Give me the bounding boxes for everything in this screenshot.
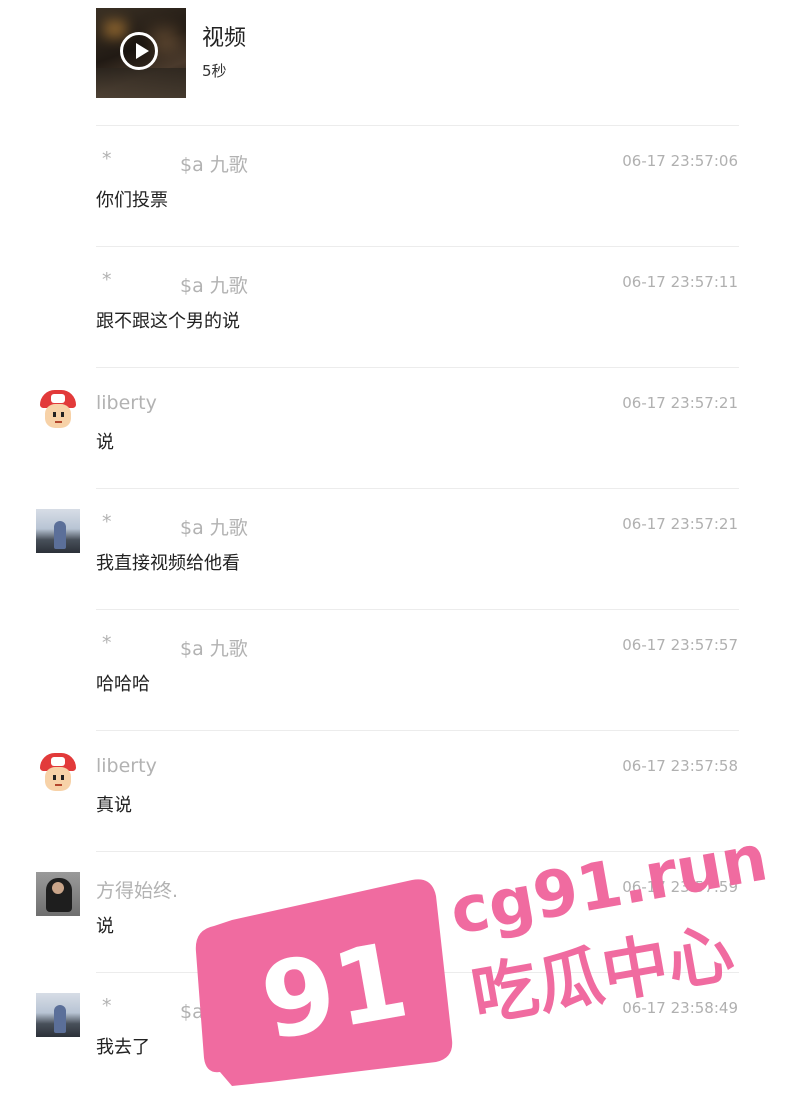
message-time: 06-17 23:57:58 xyxy=(622,757,738,775)
chat-message[interactable]: * $a 九歌 06-17 23:57:11 跟不跟这个男的说 xyxy=(0,247,800,367)
message-text: 你们投票 xyxy=(96,190,168,211)
sender-star: * xyxy=(102,269,112,291)
avatar-cartoon[interactable] xyxy=(36,751,80,795)
message-time: 06-17 23:58:49 xyxy=(622,999,738,1017)
message-text: 我直接视频给他看 xyxy=(96,553,240,574)
video-title: 视频 xyxy=(202,26,247,51)
avatar-photo[interactable] xyxy=(36,509,80,553)
message-time: 06-17 23:57:11 xyxy=(622,273,738,291)
sender-name[interactable]: liberty xyxy=(96,392,157,414)
sender-name[interactable]: $a 九歌 xyxy=(180,150,248,177)
video-duration: 5秒 xyxy=(202,62,227,80)
chat-message[interactable]: * $a 九歌 06-17 23:57:06 你们投票 xyxy=(0,126,800,246)
sender-star: * xyxy=(102,511,112,533)
avatar-photo[interactable] xyxy=(36,993,80,1037)
sender-star: * xyxy=(102,632,112,654)
sender-name[interactable]: $a 九歌 xyxy=(180,634,248,661)
message-time: 06-17 23:57:21 xyxy=(622,515,738,533)
message-text: 哈哈哈 xyxy=(96,674,150,695)
message-text: 我去了 xyxy=(96,1037,150,1058)
sender-name[interactable]: $a 九歌 xyxy=(180,997,248,1024)
chat-message[interactable]: * $a 九歌 06-17 23:57:21 我直接视频给他看 xyxy=(0,489,800,609)
sender-star: * xyxy=(102,148,112,170)
message-text: 说 xyxy=(96,432,114,453)
sender-name[interactable]: $a 九歌 xyxy=(180,513,248,540)
play-icon[interactable] xyxy=(120,32,158,70)
avatar-photo[interactable] xyxy=(36,872,80,916)
avatar-cartoon[interactable] xyxy=(36,388,80,432)
message-time: 06-17 23:57:59 xyxy=(622,878,738,896)
message-time: 06-17 23:57:06 xyxy=(622,152,738,170)
video-thumbnail[interactable] xyxy=(96,8,186,98)
message-text: 说 xyxy=(96,916,114,937)
chat-message[interactable]: 方得始终. 06-17 23:57:59 说 xyxy=(0,852,800,972)
message-text: 真说 xyxy=(96,795,132,816)
message-text: 跟不跟这个男的说 xyxy=(96,311,240,332)
chat-message[interactable]: liberty 06-17 23:57:58 真说 xyxy=(0,731,800,851)
sender-name[interactable]: liberty xyxy=(96,755,157,777)
video-message[interactable]: 视频 5秒 xyxy=(96,8,396,100)
message-time: 06-17 23:57:21 xyxy=(622,394,738,412)
sender-name[interactable]: $a 九歌 xyxy=(180,271,248,298)
message-time: 06-17 23:57:57 xyxy=(622,636,738,654)
chat-message[interactable]: * $a 九歌 06-17 23:57:57 哈哈哈 xyxy=(0,610,800,730)
chat-message[interactable]: liberty 06-17 23:57:21 说 xyxy=(0,368,800,488)
chat-message[interactable]: * $a 九歌 06-17 23:58:49 我去了 xyxy=(0,973,800,1093)
sender-name[interactable]: 方得始终. xyxy=(96,876,178,903)
sender-star: * xyxy=(102,995,112,1017)
